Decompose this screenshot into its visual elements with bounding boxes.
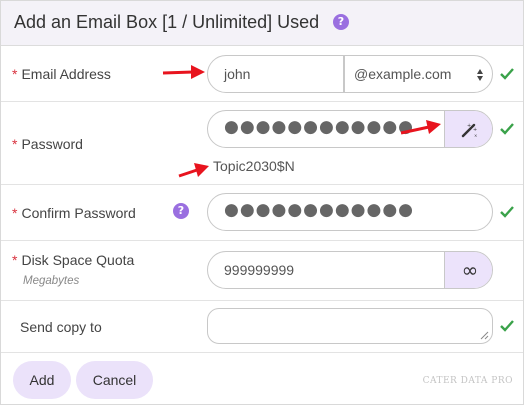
confirm-password-row: * Confirm Password ? ●●●●●●●●●●●● — [1, 185, 523, 241]
confirm-password-valid-check-icon — [500, 206, 514, 218]
select-updown-icon — [477, 69, 483, 81]
confirm-password-label-text: Confirm Password — [21, 205, 136, 221]
email-address-row: * Email Address john @example.com — [1, 46, 523, 102]
send-copy-label: Send copy to — [20, 319, 102, 335]
generated-password-text: Topic2030$N — [213, 158, 295, 174]
confirm-password-help-icon[interactable]: ? — [173, 203, 189, 219]
email-domain-value: @example.com — [354, 66, 452, 82]
panel-header: Add an Email Box [1 / Unlimited] Used ? — [1, 1, 523, 46]
email-address-label: * Email Address — [12, 66, 111, 82]
confirm-password-label: * Confirm Password — [12, 205, 136, 221]
help-icon[interactable]: ? — [333, 14, 349, 30]
disk-quota-value: 999999999 — [224, 262, 295, 278]
disk-quota-label: * Disk Space Quota — [12, 252, 134, 268]
email-domain-select[interactable]: @example.com — [344, 55, 493, 93]
magic-wand-icon: + + × — [461, 123, 477, 138]
watermark-logo: CATER DATA PRO — [422, 376, 513, 386]
cancel-button[interactable]: Cancel — [76, 361, 153, 399]
resize-handle-icon[interactable] — [480, 331, 489, 340]
email-local-part-input[interactable]: john — [207, 55, 344, 93]
add-email-box-panel: Add an Email Box [1 / Unlimited] Used ? … — [0, 0, 524, 405]
svg-text:×: × — [474, 133, 477, 138]
email-local-part-value: john — [224, 66, 251, 82]
password-label: * Password — [12, 136, 83, 152]
confirm-password-masked-value: ●●●●●●●●●●●● — [224, 200, 415, 220]
page-title: Add an Email Box [1 / Unlimited] Used — [14, 12, 320, 32]
send-copy-row: Send copy to — [1, 301, 523, 353]
infinity-icon: ∞ — [461, 258, 479, 282]
required-marker: * — [12, 66, 18, 82]
email-address-label-text: Email Address — [21, 66, 111, 82]
svg-text:+: + — [467, 123, 471, 129]
required-marker: * — [12, 252, 18, 268]
password-input[interactable]: ●●●●●●●●●●●● + + × — [207, 110, 493, 148]
red-arrow-annotation — [400, 120, 441, 135]
disk-quota-row: * Disk Space Quota Megabytes 999999999 ∞ — [1, 241, 523, 301]
unlimited-quota-button[interactable]: ∞ — [444, 252, 492, 288]
password-masked-value: ●●●●●●●●●●●● — [224, 117, 415, 137]
disk-quota-input[interactable]: 999999999 ∞ — [207, 251, 493, 289]
red-arrow-annotation — [178, 163, 209, 178]
disk-quota-label-text: Disk Space Quota — [21, 252, 135, 268]
confirm-password-input[interactable]: ●●●●●●●●●●●● — [207, 193, 493, 231]
email-valid-check-icon — [500, 68, 514, 80]
red-arrow-annotation — [162, 65, 205, 79]
send-copy-textarea[interactable] — [207, 308, 493, 344]
required-marker: * — [12, 205, 18, 221]
password-label-text: Password — [21, 136, 83, 152]
password-row: * Password ●●●●●●●●●●●● + + × Topic2030$N — [1, 102, 523, 185]
add-button[interactable]: Add — [13, 361, 71, 399]
generate-password-button[interactable]: + + × — [444, 111, 492, 147]
disk-quota-unit-label: Megabytes — [23, 275, 80, 287]
required-marker: * — [12, 136, 18, 152]
send-copy-valid-check-icon — [500, 320, 514, 332]
password-valid-check-icon — [500, 123, 514, 135]
